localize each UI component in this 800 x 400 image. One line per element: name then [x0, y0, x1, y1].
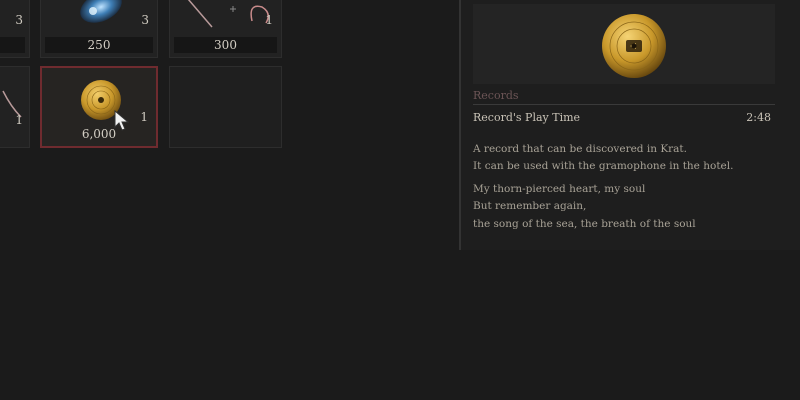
- gold-record-icon: [602, 14, 666, 78]
- item-preview: [473, 4, 775, 84]
- item-price: [0, 37, 25, 53]
- slot-top-left[interactable]: 3: [0, 0, 30, 58]
- stat-value: 2:48: [746, 111, 771, 124]
- item-price: 300: [174, 37, 277, 53]
- item-detail-panel: Records Record's Play Time 2:48 A record…: [459, 0, 800, 250]
- lyrics-line: My thorn-pierced heart, my soul: [473, 183, 646, 195]
- item-category: Records: [473, 89, 519, 102]
- needle-thread-icon: [187, 0, 269, 28]
- slot-record[interactable]: 1 6,000: [40, 66, 158, 148]
- lantern-icon: [80, 0, 122, 23]
- description-line: A record that can be discovered in Krat.: [473, 143, 687, 155]
- cursor-icon: [114, 110, 130, 131]
- item-quantity: 1: [140, 110, 148, 124]
- lyrics-line: But remember again,: [473, 200, 587, 212]
- divider: [473, 104, 775, 105]
- lyrics-line: the song of the sea, the breath of the s…: [473, 218, 696, 230]
- stat-label: Record's Play Time: [473, 111, 581, 124]
- item-quantity: 3: [15, 13, 23, 27]
- item-quantity: 1: [265, 13, 273, 27]
- slot-empty[interactable]: [169, 66, 282, 148]
- item-price: 6,000: [81, 127, 117, 141]
- slot-top-lantern[interactable]: 3 250: [40, 0, 158, 58]
- item-quantity: 1: [15, 113, 23, 127]
- description-line: It can be used with the gramophone in th…: [473, 160, 734, 172]
- slot-top-thread[interactable]: 1 300: [169, 0, 282, 58]
- item-quantity: 3: [141, 13, 149, 27]
- item-price: 250: [45, 37, 153, 53]
- slot-mid-left[interactable]: 1: [0, 66, 30, 148]
